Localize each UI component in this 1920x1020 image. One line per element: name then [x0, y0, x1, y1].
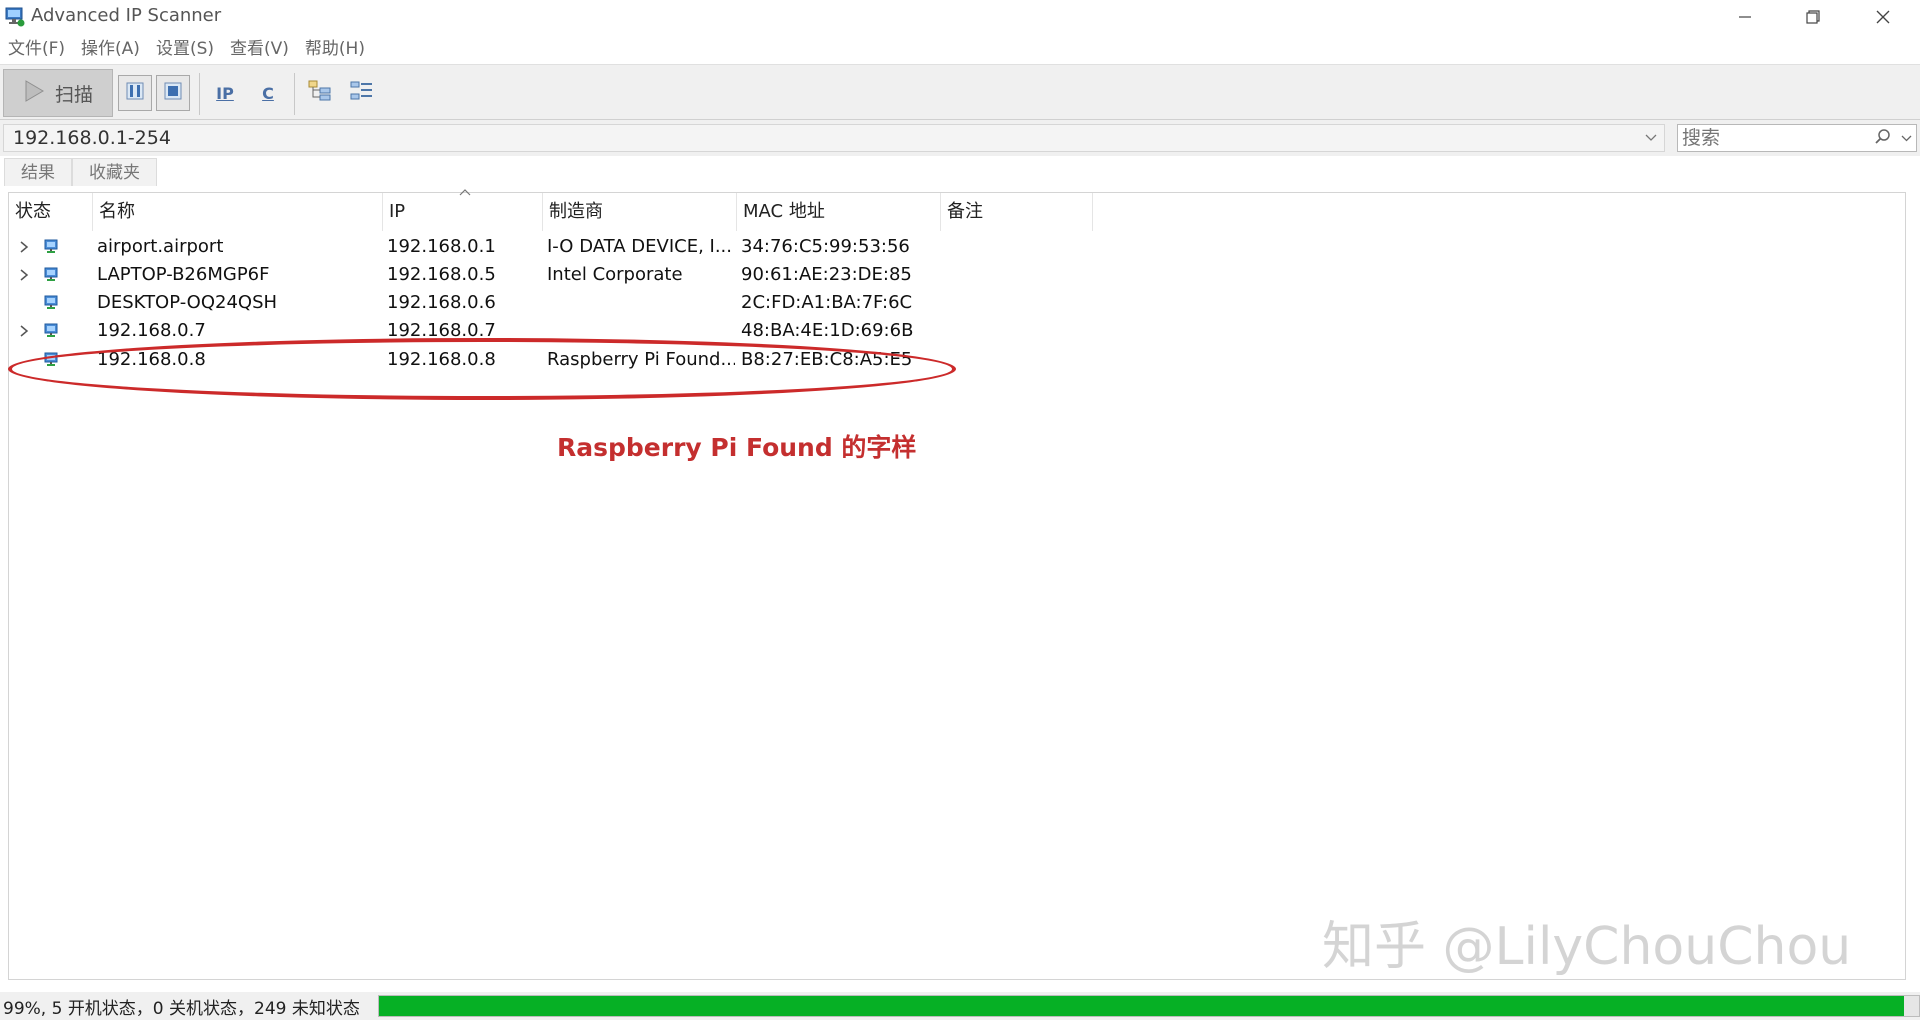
- device-mac: 2C:FD:A1:BA:7F:6C: [741, 292, 913, 313]
- device-manufacturer: [547, 289, 735, 317]
- computer-online-icon: [43, 267, 59, 283]
- app-logo-icon: [4, 6, 26, 28]
- device-mac: 48:BA:4E:1D:69:6B: [741, 320, 914, 341]
- address-bar: [0, 120, 1920, 156]
- device-mac: 90:61:AE:23:DE:85: [741, 264, 912, 285]
- search-icon[interactable]: [1874, 128, 1894, 148]
- collapse-all-button[interactable]: [345, 75, 379, 111]
- device-name: LAPTOP-B26MGP6F: [97, 264, 270, 285]
- column-header-mac[interactable]: MAC 地址: [737, 193, 941, 231]
- menu-action[interactable]: 操作(A): [73, 36, 148, 62]
- column-header-name[interactable]: 名称: [93, 193, 383, 231]
- ip-class-button[interactable]: IP: [208, 75, 242, 111]
- device-ip: 192.168.0.6: [387, 292, 496, 313]
- device-manufacturer: Intel Corporate: [547, 264, 683, 285]
- chevron-down-icon[interactable]: [1642, 129, 1660, 147]
- expand-chevron-icon[interactable]: [15, 321, 33, 341]
- menu-settings[interactable]: 设置(S): [148, 36, 222, 62]
- restore-button[interactable]: [1778, 0, 1848, 34]
- scan-button-label: 扫描: [54, 83, 93, 106]
- expand-all-button[interactable]: [303, 75, 337, 111]
- c-class-label: C: [262, 83, 274, 103]
- device-name: airport.airport: [97, 236, 224, 257]
- expand-chevron-icon[interactable]: [15, 265, 33, 285]
- column-header-comment[interactable]: 备注: [941, 193, 1093, 231]
- device-mac: 34:76:C5:99:53:56: [741, 236, 910, 257]
- computer-online-icon: [43, 239, 59, 255]
- tab-favorites[interactable]: 收藏夹: [72, 158, 157, 186]
- device-ip: 192.168.0.1: [387, 236, 496, 257]
- stop-button[interactable]: [156, 75, 190, 111]
- pause-icon: [125, 81, 145, 105]
- close-button[interactable]: [1848, 0, 1918, 34]
- toolbar-separator: [199, 73, 200, 115]
- toolbar: 扫描 IP C: [0, 64, 1920, 120]
- sort-ascending-icon: [459, 185, 471, 200]
- scan-progress-fill: [379, 996, 1904, 1016]
- device-manufacturer: I-O DATA DEVICE, I...: [547, 236, 733, 257]
- results-table: 状态 名称 IP 制造商 MAC 地址 备注 airport.airport 1…: [8, 189, 1906, 980]
- status-bar: 99%, 5 开机状态，0 关机状态，249 未知状态: [0, 992, 1920, 1020]
- title-bar: Advanced IP Scanner: [0, 0, 1920, 34]
- app-window: Advanced IP Scanner 文件(F) 操作(A) 设置(S) 查看…: [0, 0, 1920, 1020]
- table-row[interactable]: airport.airport 192.168.0.1 I-O DATA DEV…: [9, 233, 1889, 261]
- search-input[interactable]: [1682, 125, 1872, 151]
- ip-range-combobox[interactable]: [3, 124, 1665, 152]
- scan-button[interactable]: 扫描: [3, 69, 113, 117]
- tree-collapse-icon: [350, 80, 374, 106]
- result-tabs: 结果 收藏夹: [4, 158, 157, 186]
- computer-online-icon: [43, 295, 59, 311]
- scan-progress-bar: [378, 995, 1920, 1017]
- device-ip: 192.168.0.5: [387, 264, 496, 285]
- menu-view[interactable]: 查看(V): [222, 36, 297, 62]
- device-name: DESKTOP-OQ24QSH: [97, 292, 278, 313]
- expand-chevron-icon[interactable]: [15, 237, 33, 257]
- menu-file[interactable]: 文件(F): [0, 36, 73, 62]
- pause-button[interactable]: [118, 75, 152, 111]
- stop-icon: [163, 81, 183, 105]
- chevron-down-icon[interactable]: [1898, 129, 1914, 147]
- ip-class-label: IP: [216, 83, 234, 103]
- menu-help[interactable]: 帮助(H): [297, 36, 373, 62]
- tree-expand-icon: [308, 80, 332, 106]
- column-header-manufacturer[interactable]: 制造商: [543, 193, 737, 231]
- highlight-ellipse: [8, 338, 956, 400]
- toolbar-separator: [294, 73, 295, 115]
- minimize-button[interactable]: [1710, 0, 1780, 34]
- window-title: Advanced IP Scanner: [31, 5, 222, 26]
- table-row[interactable]: LAPTOP-B26MGP6F 192.168.0.5 Intel Corpor…: [9, 261, 1889, 289]
- computer-online-icon: [43, 323, 59, 339]
- tab-results[interactable]: 结果: [4, 158, 72, 186]
- watermark: 知乎 @LilyChouChou: [1322, 917, 1852, 977]
- annotation-label: Raspberry Pi Found 的字样: [557, 433, 917, 462]
- ip-range-input[interactable]: [13, 125, 1633, 151]
- search-box[interactable]: [1677, 124, 1917, 152]
- menu-bar: 文件(F) 操作(A) 设置(S) 查看(V) 帮助(H): [0, 36, 373, 62]
- status-text: 99%, 5 开机状态，0 关机状态，249 未知状态: [3, 999, 360, 1019]
- play-icon: [23, 79, 45, 107]
- c-class-button[interactable]: C: [251, 75, 285, 111]
- column-header-status[interactable]: 状态: [9, 193, 93, 231]
- table-row[interactable]: DESKTOP-OQ24QSH 192.168.0.6 2C:FD:A1:BA:…: [9, 289, 1889, 317]
